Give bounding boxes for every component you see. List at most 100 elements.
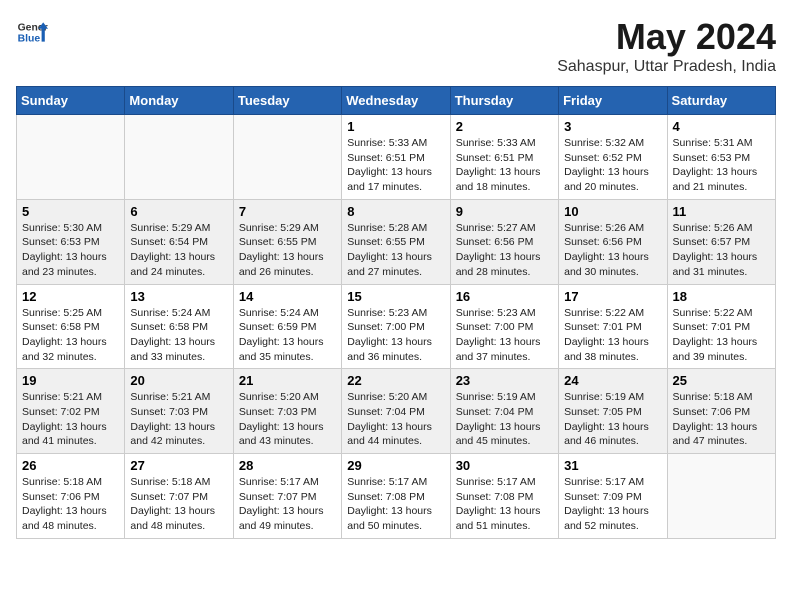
- calendar-cell: 24 Sunrise: 5:19 AM Sunset: 7:05 PM Dayli…: [559, 369, 667, 454]
- calendar-cell: 17Sunrise: 5:22 AM Sunset: 7:01 PM Dayli…: [559, 284, 667, 369]
- day-number: 25: [673, 373, 770, 388]
- calendar-cell: 2 Sunrise: 5:33 AM Sunset: 6:51 PM Daylig…: [450, 115, 558, 200]
- day-number: 24: [564, 373, 661, 388]
- weekday-header-tuesday: Tuesday: [233, 87, 341, 115]
- calendar-cell: 16 Sunrise: 5:23 AM Sunset: 7:00 PM Dayli…: [450, 284, 558, 369]
- calendar-week-row: 19 Sunrise: 5:21 AM Sunset: 7:02 PM Dayli…: [17, 369, 776, 454]
- calendar-cell: [125, 115, 233, 200]
- day-number: 9: [456, 204, 553, 219]
- day-info: Sunrise: 5:18 AM Sunset: 7:07 PM Dayligh…: [130, 475, 227, 534]
- day-number: 13: [130, 289, 227, 304]
- day-info: Sunrise: 5:33 AM Sunset: 6:51 PM Dayligh…: [347, 136, 444, 195]
- day-info: Sunrise: 5:19 AM Sunset: 7:04 PM Dayligh…: [456, 390, 553, 449]
- day-info: Sunrise: 5:24 AM Sunset: 6:59 PM Dayligh…: [239, 306, 336, 365]
- day-info: Sunrise: 5:23 AM Sunset: 7:00 PM Dayligh…: [347, 306, 444, 365]
- calendar-cell: 22 Sunrise: 5:20 AM Sunset: 7:04 PM Dayli…: [342, 369, 450, 454]
- day-info: Sunrise: 5:21 AM Sunset: 7:03 PM Dayligh…: [130, 390, 227, 449]
- day-info: Sunrise: 5:31 AM Sunset: 6:53 PM Dayligh…: [673, 136, 770, 195]
- day-info: Sunrise: 5:23 AM Sunset: 7:00 PM Dayligh…: [456, 306, 553, 365]
- weekday-header-monday: Monday: [125, 87, 233, 115]
- calendar-week-row: 1 Sunrise: 5:33 AM Sunset: 6:51 PM Daylig…: [17, 115, 776, 200]
- day-number: 23: [456, 373, 553, 388]
- logo: General Blue: [16, 16, 48, 48]
- day-info: Sunrise: 5:21 AM Sunset: 7:02 PM Dayligh…: [22, 390, 119, 449]
- calendar-cell: 9Sunrise: 5:27 AM Sunset: 6:56 PM Daylig…: [450, 199, 558, 284]
- day-info: Sunrise: 5:17 AM Sunset: 7:08 PM Dayligh…: [456, 475, 553, 534]
- title-section: May 2024 Sahaspur, Uttar Pradesh, India: [557, 16, 776, 76]
- calendar-cell: 12Sunrise: 5:25 AM Sunset: 6:58 PM Dayli…: [17, 284, 125, 369]
- calendar-cell: 6Sunrise: 5:29 AM Sunset: 6:54 PM Daylig…: [125, 199, 233, 284]
- calendar-cell: 11 Sunrise: 5:26 AM Sunset: 6:57 PM Dayli…: [667, 199, 775, 284]
- day-info: Sunrise: 5:24 AM Sunset: 6:58 PM Dayligh…: [130, 306, 227, 365]
- day-number: 17: [564, 289, 661, 304]
- day-info: Sunrise: 5:26 AM Sunset: 6:57 PM Dayligh…: [673, 221, 770, 280]
- calendar-cell: 30Sunrise: 5:17 AM Sunset: 7:08 PM Dayli…: [450, 454, 558, 539]
- day-number: 11: [673, 204, 770, 219]
- day-number: 20: [130, 373, 227, 388]
- day-info: Sunrise: 5:17 AM Sunset: 7:08 PM Dayligh…: [347, 475, 444, 534]
- calendar-cell: [667, 454, 775, 539]
- weekday-header-row: SundayMondayTuesdayWednesdayThursdayFrid…: [17, 87, 776, 115]
- weekday-header-thursday: Thursday: [450, 87, 558, 115]
- calendar-cell: 20 Sunrise: 5:21 AM Sunset: 7:03 PM Dayli…: [125, 369, 233, 454]
- calendar-week-row: 12Sunrise: 5:25 AM Sunset: 6:58 PM Dayli…: [17, 284, 776, 369]
- day-number: 14: [239, 289, 336, 304]
- day-info: Sunrise: 5:26 AM Sunset: 6:56 PM Dayligh…: [564, 221, 661, 280]
- calendar-cell: 21Sunrise: 5:20 AM Sunset: 7:03 PM Dayli…: [233, 369, 341, 454]
- calendar-cell: 27 Sunrise: 5:18 AM Sunset: 7:07 PM Dayli…: [125, 454, 233, 539]
- calendar-cell: 5Sunrise: 5:30 AM Sunset: 6:53 PM Daylig…: [17, 199, 125, 284]
- day-info: Sunrise: 5:20 AM Sunset: 7:04 PM Dayligh…: [347, 390, 444, 449]
- day-info: Sunrise: 5:28 AM Sunset: 6:55 PM Dayligh…: [347, 221, 444, 280]
- calendar-cell: 18Sunrise: 5:22 AM Sunset: 7:01 PM Dayli…: [667, 284, 775, 369]
- day-number: 28: [239, 458, 336, 473]
- main-title: May 2024: [557, 16, 776, 58]
- calendar-cell: 28 Sunrise: 5:17 AM Sunset: 7:07 PM Dayli…: [233, 454, 341, 539]
- calendar-cell: 8 Sunrise: 5:28 AM Sunset: 6:55 PM Daylig…: [342, 199, 450, 284]
- day-info: Sunrise: 5:19 AM Sunset: 7:05 PM Dayligh…: [564, 390, 661, 449]
- calendar-week-row: 26 Sunrise: 5:18 AM Sunset: 7:06 PM Dayli…: [17, 454, 776, 539]
- day-info: Sunrise: 5:17 AM Sunset: 7:09 PM Dayligh…: [564, 475, 661, 534]
- day-number: 26: [22, 458, 119, 473]
- calendar-cell: 25 Sunrise: 5:18 AM Sunset: 7:06 PM Dayli…: [667, 369, 775, 454]
- day-number: 8: [347, 204, 444, 219]
- calendar-cell: [17, 115, 125, 200]
- svg-text:Blue: Blue: [18, 34, 41, 45]
- day-number: 31: [564, 458, 661, 473]
- day-info: Sunrise: 5:18 AM Sunset: 7:06 PM Dayligh…: [22, 475, 119, 534]
- calendar-cell: 15 Sunrise: 5:23 AM Sunset: 7:00 PM Dayli…: [342, 284, 450, 369]
- day-number: 19: [22, 373, 119, 388]
- calendar-week-row: 5Sunrise: 5:30 AM Sunset: 6:53 PM Daylig…: [17, 199, 776, 284]
- calendar-cell: 3Sunrise: 5:32 AM Sunset: 6:52 PM Daylig…: [559, 115, 667, 200]
- day-info: Sunrise: 5:29 AM Sunset: 6:55 PM Dayligh…: [239, 221, 336, 280]
- day-info: Sunrise: 5:20 AM Sunset: 7:03 PM Dayligh…: [239, 390, 336, 449]
- day-number: 22: [347, 373, 444, 388]
- calendar-cell: 31 Sunrise: 5:17 AM Sunset: 7:09 PM Dayli…: [559, 454, 667, 539]
- day-info: Sunrise: 5:17 AM Sunset: 7:07 PM Dayligh…: [239, 475, 336, 534]
- calendar-cell: 7Sunrise: 5:29 AM Sunset: 6:55 PM Daylig…: [233, 199, 341, 284]
- page-header: General Blue May 2024 Sahaspur, Uttar Pr…: [16, 16, 776, 76]
- day-number: 15: [347, 289, 444, 304]
- day-info: Sunrise: 5:18 AM Sunset: 7:06 PM Dayligh…: [673, 390, 770, 449]
- calendar-table: SundayMondayTuesdayWednesdayThursdayFrid…: [16, 86, 776, 539]
- day-number: 4: [673, 119, 770, 134]
- day-number: 18: [673, 289, 770, 304]
- calendar-cell: 29 Sunrise: 5:17 AM Sunset: 7:08 PM Dayli…: [342, 454, 450, 539]
- day-info: Sunrise: 5:33 AM Sunset: 6:51 PM Dayligh…: [456, 136, 553, 195]
- calendar-cell: 1 Sunrise: 5:33 AM Sunset: 6:51 PM Daylig…: [342, 115, 450, 200]
- weekday-header-saturday: Saturday: [667, 87, 775, 115]
- day-number: 29: [347, 458, 444, 473]
- subtitle: Sahaspur, Uttar Pradesh, India: [557, 58, 776, 76]
- day-number: 27: [130, 458, 227, 473]
- calendar-cell: 13 Sunrise: 5:24 AM Sunset: 6:58 PM Dayli…: [125, 284, 233, 369]
- day-number: 1: [347, 119, 444, 134]
- calendar-cell: 26 Sunrise: 5:18 AM Sunset: 7:06 PM Dayli…: [17, 454, 125, 539]
- day-info: Sunrise: 5:25 AM Sunset: 6:58 PM Dayligh…: [22, 306, 119, 365]
- day-number: 2: [456, 119, 553, 134]
- calendar-cell: 19 Sunrise: 5:21 AM Sunset: 7:02 PM Dayli…: [17, 369, 125, 454]
- weekday-header-friday: Friday: [559, 87, 667, 115]
- day-info: Sunrise: 5:30 AM Sunset: 6:53 PM Dayligh…: [22, 221, 119, 280]
- day-number: 16: [456, 289, 553, 304]
- calendar-cell: 23 Sunrise: 5:19 AM Sunset: 7:04 PM Dayli…: [450, 369, 558, 454]
- day-info: Sunrise: 5:29 AM Sunset: 6:54 PM Dayligh…: [130, 221, 227, 280]
- logo-icon: General Blue: [16, 16, 48, 48]
